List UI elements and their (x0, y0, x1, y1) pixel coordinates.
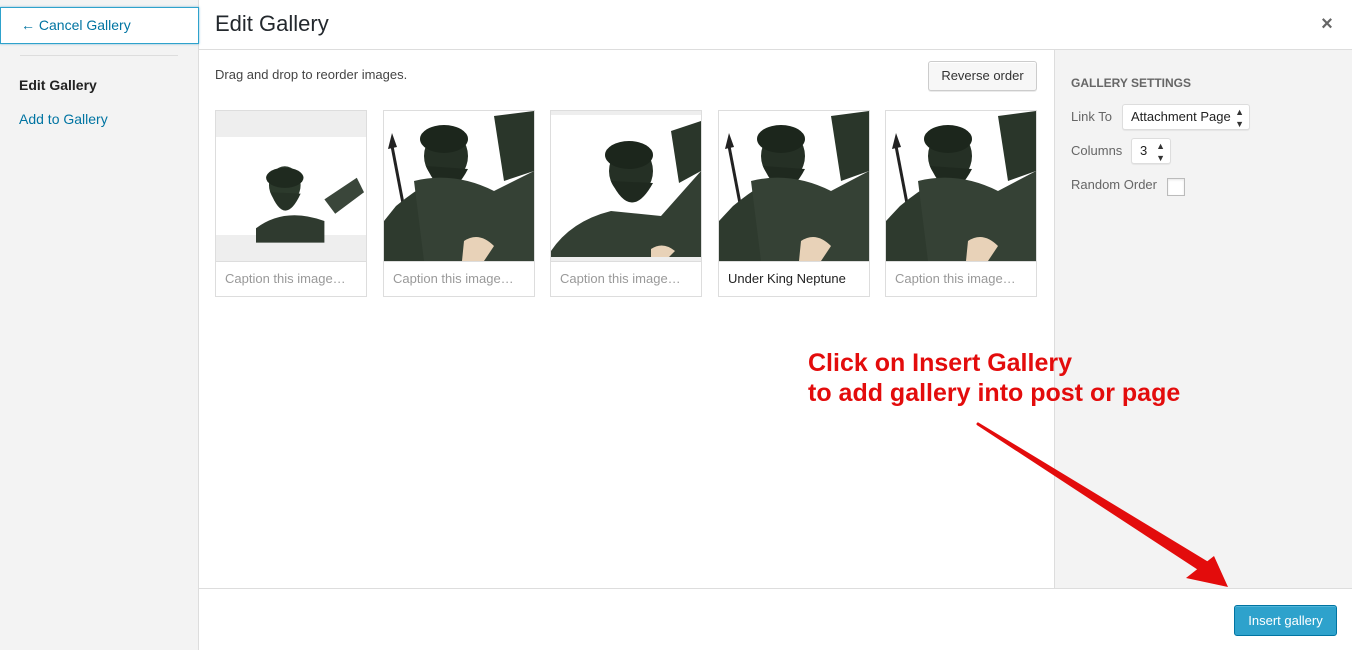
link-to-value: Attachment Page (1131, 109, 1231, 124)
gallery-thumbnail[interactable] (550, 110, 702, 262)
statue-image (216, 137, 366, 243)
gallery-settings: GALLERY SETTINGS Link To Attachment Page… (1054, 50, 1352, 588)
cancel-gallery-button[interactable]: ← Cancel Gallery (0, 7, 199, 44)
statue-image (719, 111, 869, 261)
annotation-line-2: to add gallery into post or page (808, 379, 1181, 407)
menu-separator (20, 55, 178, 56)
statue-image (886, 111, 1036, 261)
menu-item-edit-gallery[interactable]: Edit Gallery (19, 75, 97, 95)
link-to-select[interactable]: Attachment Page ▲ ▼ (1122, 104, 1250, 130)
columns-select[interactable]: 3 ▲ ▼ (1131, 138, 1171, 164)
link-to-label: Link To (1071, 109, 1112, 124)
gallery-settings-heading: GALLERY SETTINGS (1071, 76, 1192, 90)
caption-field[interactable]: Caption this image… (383, 261, 535, 297)
caption-field[interactable]: Caption this image… (215, 261, 367, 297)
gallery-item[interactable]: Caption this image… (885, 110, 1037, 297)
columns-label: Columns (1071, 143, 1123, 158)
media-menu: ← Cancel Gallery Edit Gallery Add to Gal… (0, 0, 199, 650)
reverse-order-button[interactable]: Reverse order (928, 61, 1037, 91)
select-arrows-icon: ▲ ▼ (1235, 107, 1244, 129)
menu-item-add-to-gallery[interactable]: Add to Gallery (19, 109, 108, 129)
gallery-thumbnail[interactable] (215, 110, 367, 262)
caption-field[interactable]: Under King Neptune (718, 261, 870, 297)
gallery-item[interactable]: Caption this image… (550, 110, 702, 297)
caption-field[interactable]: Caption this image… (550, 261, 702, 297)
gallery-item[interactable]: Under King Neptune (718, 110, 870, 297)
media-toolbar: Insert gallery (199, 588, 1352, 650)
annotation-line-1: Click on Insert Gallery (808, 349, 1072, 377)
close-icon[interactable]: × (1314, 10, 1340, 38)
select-arrows-icon: ▲ ▼ (1156, 141, 1165, 163)
title-bar: Edit Gallery × (199, 0, 1352, 50)
page-title: Edit Gallery (215, 11, 329, 36)
statue-image (384, 111, 534, 261)
annotation-text: Click on Insert Gallery to add gallery i… (808, 348, 1180, 408)
insert-gallery-button[interactable]: Insert gallery (1234, 605, 1337, 636)
gallery-content: Drag and drop to reorder images. Reverse… (199, 50, 1054, 588)
statue-image (551, 115, 701, 257)
gallery-thumbnail[interactable] (885, 110, 1037, 262)
gallery-thumbnail[interactable] (718, 110, 870, 262)
gallery-thumbnail[interactable] (383, 110, 535, 262)
gallery-item[interactable]: Caption this image… (215, 110, 367, 297)
columns-value: 3 (1140, 143, 1148, 158)
gallery-item[interactable]: Caption this image… (383, 110, 535, 297)
caption-field[interactable]: Caption this image… (885, 261, 1037, 297)
random-order-label: Random Order (1071, 177, 1157, 192)
reorder-instructions: Drag and drop to reorder images. (215, 67, 408, 82)
media-modal: ← Cancel Gallery Edit Gallery Add to Gal… (0, 0, 1352, 650)
random-order-checkbox[interactable] (1167, 178, 1185, 196)
